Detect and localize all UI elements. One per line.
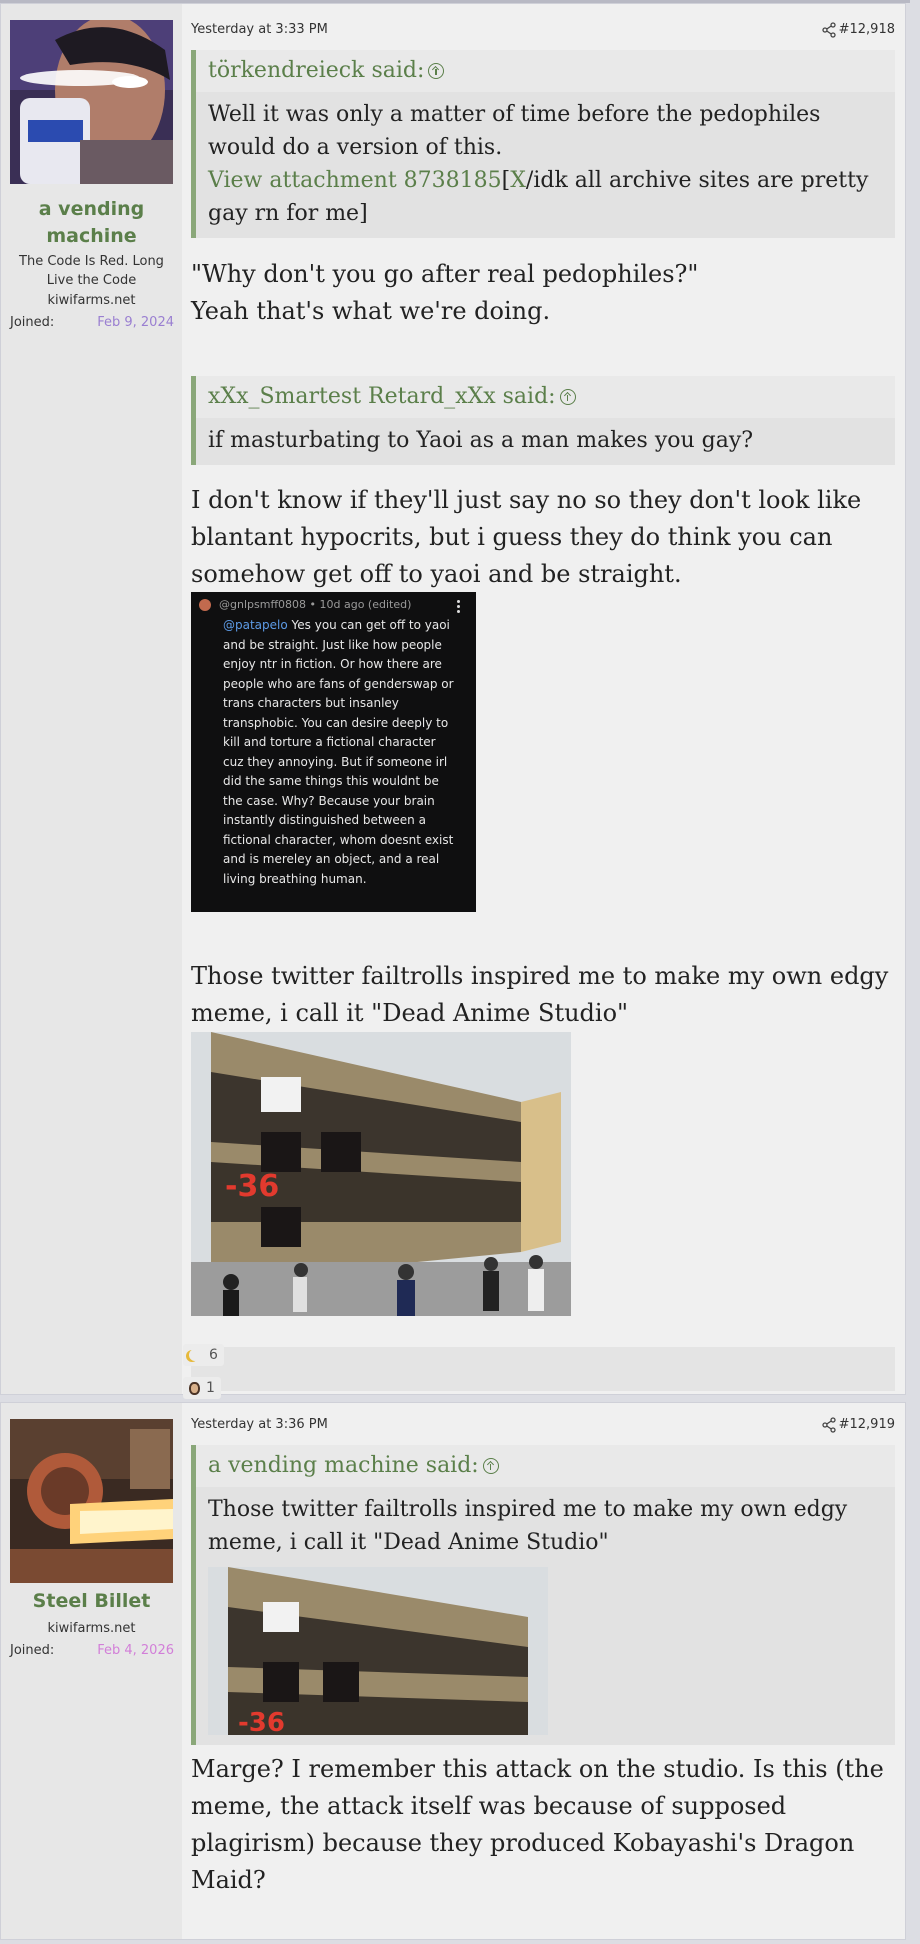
quote-author[interactable]: törkendreieck said:: [208, 58, 424, 83]
jump-up-icon[interactable]: [482, 1458, 499, 1474]
comment-screenshot[interactable]: @gnlpsmff0808 • 10d ago (edited) @patape…: [191, 592, 476, 912]
quote-header[interactable]: törkendreieck said:: [196, 50, 895, 92]
quote-block: xXx_Smartest Retard_xXx said: if masturb…: [191, 376, 895, 465]
post-meta: Yesterday at 3:33 PM #12,918: [191, 22, 895, 44]
user-site: kiwifarms.net: [47, 1621, 136, 1636]
avatar[interactable]: [10, 1419, 173, 1583]
reaction-moon[interactable]: 6: [183, 1344, 224, 1366]
post-number[interactable]: #12,919: [839, 1417, 895, 1432]
quote-block: a vending machine said: Those twitter fa…: [191, 1445, 895, 1745]
x-link[interactable]: X: [510, 168, 526, 193]
reaction-count: 1: [206, 1380, 215, 1396]
quote-author[interactable]: a vending machine said:: [208, 1453, 479, 1478]
body-line: Yeah that's what we're doing.: [191, 297, 551, 325]
joined-label: Joined:: [10, 1643, 55, 1658]
screenshot-header: @gnlpsmff0808 • 10d ago (edited): [199, 598, 411, 611]
reaction-count: 6: [209, 1347, 218, 1363]
image-overlay-text: -36: [225, 1169, 280, 1204]
quote-body: Well it was only a matter of time before…: [196, 92, 895, 238]
share-icon[interactable]: [821, 1417, 839, 1435]
user-title: The Code Is Red. Long Live the Code: [19, 254, 164, 288]
body-line: "Why don't you go after real pedophiles?…: [191, 260, 699, 288]
screenshot-header-text: @gnlpsmff0808 • 10d ago (edited): [219, 598, 412, 611]
post-time[interactable]: Yesterday at 3:33 PM: [191, 22, 328, 37]
user-site: kiwifarms.net: [47, 293, 136, 308]
quoted-building-image[interactable]: -36: [208, 1567, 548, 1735]
user-pane: Steel Billet kiwifarms.net Joined: Feb 4…: [1, 1403, 182, 1939]
quote-header[interactable]: a vending machine said:: [196, 1445, 895, 1487]
post-body-text: I don't know if they'll just say no so t…: [191, 486, 862, 588]
avatar-dot-icon: [199, 599, 211, 611]
joined-date: Feb 9, 2024: [97, 315, 174, 330]
post-body-text: "Why don't you go after real pedophiles?…: [191, 256, 895, 330]
mention: @patapelo: [223, 618, 288, 632]
post-number[interactable]: #12,918: [839, 22, 895, 37]
post-body-text: Those twitter failtrolls inspired me to …: [191, 962, 889, 1027]
bracket-text: [: [501, 168, 511, 193]
kebab-menu-icon: [457, 600, 460, 615]
post-meta: Yesterday at 3:36 PM #12,919: [191, 1417, 895, 1439]
post-12918: a vending machine The Code Is Red. Long …: [0, 3, 906, 1399]
quote-body: Those twitter failtrolls inspired me to …: [196, 1487, 895, 1745]
joined-label: Joined:: [10, 315, 55, 330]
moon-icon: [189, 1349, 201, 1361]
image-overlay-text: -36: [238, 1708, 285, 1735]
attachment-link[interactable]: View attachment 8738185: [208, 168, 502, 193]
screenshot-text: @patapelo Yes you can get off to yaoi an…: [223, 616, 456, 889]
username[interactable]: Steel Billet: [1, 1588, 182, 1615]
share-icon[interactable]: [821, 22, 839, 40]
jump-up-icon[interactable]: [428, 63, 445, 79]
reaction-face[interactable]: 1: [183, 1377, 221, 1399]
screenshot-body: Yes you can get off to yaoi and be strai…: [223, 618, 454, 886]
post-body-text: Marge? I remember this attack on the stu…: [191, 1755, 884, 1894]
quote-body: if masturbating to Yaoi as a man makes y…: [196, 418, 895, 465]
reaction-bar: [191, 1347, 895, 1391]
quote-text: Those twitter failtrolls inspired me to …: [208, 1497, 848, 1555]
avatar[interactable]: [10, 20, 173, 184]
face-icon: [189, 1381, 200, 1395]
joined-date: Feb 4, 2026: [97, 1643, 174, 1658]
quote-text: Well it was only a matter of time before…: [208, 102, 821, 160]
username[interactable]: a vending machine: [1, 196, 182, 250]
quote-header[interactable]: xXx_Smartest Retard_xXx said:: [196, 376, 895, 418]
building-image[interactable]: -36: [191, 1032, 571, 1316]
post-time[interactable]: Yesterday at 3:36 PM: [191, 1417, 328, 1432]
jump-up-icon[interactable]: [559, 389, 576, 405]
quote-author[interactable]: xXx_Smartest Retard_xXx said:: [208, 384, 556, 409]
user-pane: a vending machine The Code Is Red. Long …: [1, 4, 182, 1394]
quote-block: törkendreieck said: Well it was only a m…: [191, 50, 895, 238]
post-12919: Steel Billet kiwifarms.net Joined: Feb 4…: [0, 1402, 906, 1940]
